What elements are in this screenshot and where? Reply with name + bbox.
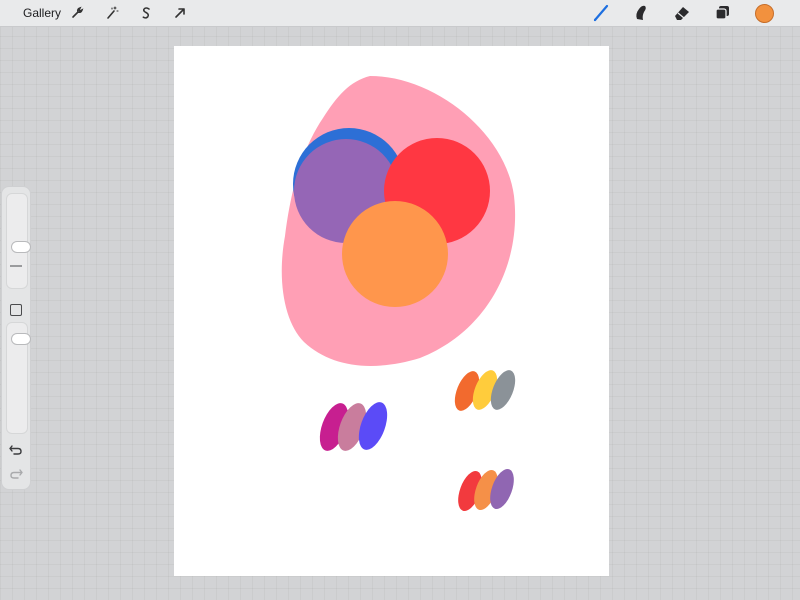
wrench-icon bbox=[72, 6, 84, 18]
undo-icon bbox=[9, 445, 22, 455]
layers-icon bbox=[715, 6, 729, 20]
smudge-icon bbox=[636, 5, 646, 20]
layers-button[interactable] bbox=[712, 3, 734, 23]
smudge-button[interactable] bbox=[630, 3, 652, 23]
brush-size-handle[interactable] bbox=[11, 241, 31, 253]
artwork bbox=[281, 76, 516, 512]
swatch-group-red-orange-purple bbox=[458, 468, 514, 512]
brush-size-slider[interactable] bbox=[6, 193, 31, 289]
swatch-group-warm-gray bbox=[454, 370, 516, 411]
orange-circle bbox=[342, 201, 448, 307]
brush-icon bbox=[593, 4, 609, 22]
brush-button[interactable] bbox=[590, 3, 612, 23]
modify-square-icon[interactable] bbox=[10, 304, 22, 316]
redo-button[interactable] bbox=[8, 467, 24, 481]
undo-button[interactable] bbox=[8, 443, 24, 457]
selection-s-icon bbox=[142, 7, 150, 19]
transform-arrow-icon bbox=[175, 8, 185, 18]
gallery-button[interactable]: Gallery bbox=[23, 6, 61, 20]
left-sidebar bbox=[1, 186, 31, 490]
eraser-button[interactable] bbox=[671, 3, 693, 23]
color-swatch-button[interactable] bbox=[755, 4, 774, 23]
eraser-icon bbox=[675, 7, 689, 20]
magic-wand-icon bbox=[107, 6, 119, 19]
slider-divider bbox=[10, 265, 22, 267]
actions-button[interactable] bbox=[67, 3, 87, 23]
opacity-slider[interactable] bbox=[6, 322, 31, 434]
adjustments-button[interactable] bbox=[102, 3, 122, 23]
top-toolbar: Gallery bbox=[0, 0, 800, 27]
transform-button[interactable] bbox=[170, 3, 190, 23]
selection-button[interactable] bbox=[136, 3, 156, 23]
redo-icon bbox=[10, 469, 23, 479]
drawing-canvas[interactable] bbox=[174, 46, 609, 576]
opacity-handle[interactable] bbox=[11, 333, 31, 345]
swatch-group-purple bbox=[319, 402, 388, 451]
